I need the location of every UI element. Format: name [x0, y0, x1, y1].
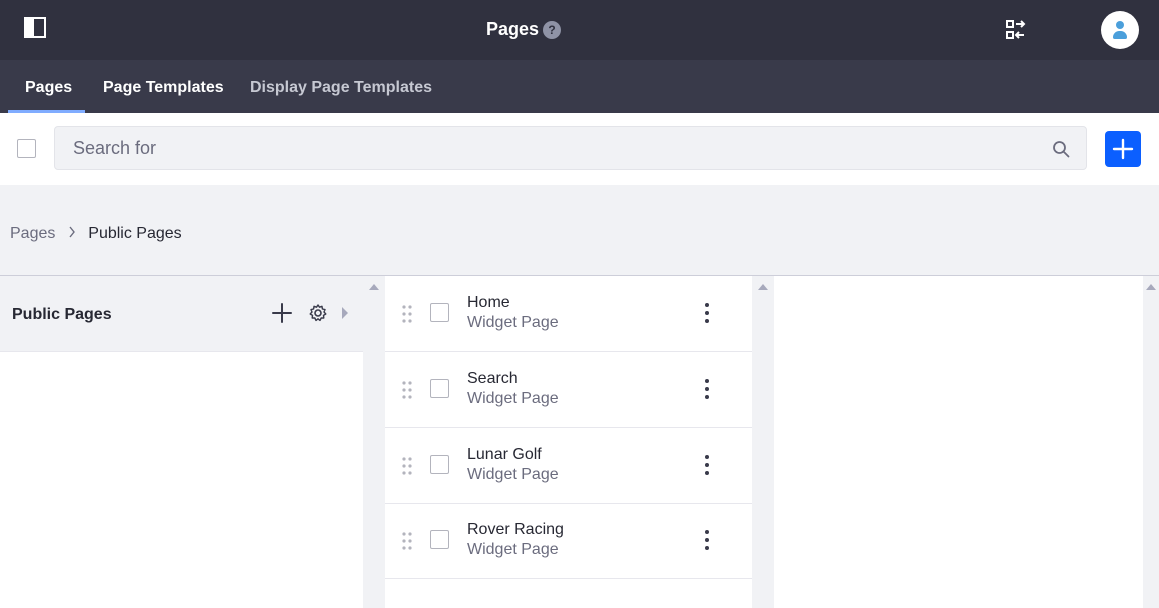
miller-column-1: Public Pages [0, 276, 363, 608]
tab-pages[interactable]: Pages [25, 79, 72, 97]
scroll-up-icon[interactable] [369, 284, 379, 290]
page-type: Widget Page [467, 466, 559, 483]
gear-icon[interactable] [308, 303, 328, 323]
drag-handle-icon[interactable] [402, 532, 412, 550]
chevron-right-icon [68, 225, 76, 243]
kebab-icon[interactable] [701, 379, 713, 399]
scroll-up-icon[interactable] [758, 284, 768, 290]
row-checkbox[interactable] [430, 455, 449, 474]
tabs-bar: Pages Page Templates Display Page Templa… [0, 60, 1159, 113]
kebab-icon[interactable] [701, 303, 713, 323]
page-title[interactable]: Search [467, 370, 518, 388]
kebab-icon[interactable] [701, 455, 713, 475]
page-type: Widget Page [467, 541, 559, 558]
miller-column-2: Home Widget Page Search Widget Page Luna… [385, 276, 752, 608]
column-title: Public Pages [12, 306, 112, 323]
tab-page-templates[interactable]: Page Templates [103, 79, 224, 97]
search-input[interactable] [55, 127, 1035, 169]
plus-icon [1112, 138, 1134, 160]
sidebar-toggle-icon[interactable] [24, 17, 46, 38]
breadcrumb: Pages Public Pages [10, 225, 182, 243]
scrollbar[interactable] [752, 276, 774, 608]
page-type: Widget Page [467, 314, 559, 331]
row-checkbox[interactable] [430, 530, 449, 549]
page-title[interactable]: Home [467, 294, 510, 312]
list-item[interactable]: Rover Racing Widget Page [385, 503, 752, 579]
search-icon[interactable] [1052, 140, 1070, 158]
page-title[interactable]: Rover Racing [467, 521, 564, 539]
management-bar [0, 113, 1159, 185]
select-all-checkbox[interactable] [17, 139, 36, 158]
list-item[interactable]: Home Widget Page [385, 276, 752, 352]
scrollbar[interactable] [363, 276, 385, 608]
list-item[interactable]: Lunar Golf Widget Page [385, 428, 752, 504]
simulation-icon[interactable] [1005, 19, 1027, 41]
column-header-public-pages[interactable]: Public Pages [0, 276, 363, 352]
kebab-icon[interactable] [701, 530, 713, 550]
miller-column-3 [774, 276, 1143, 608]
help-icon[interactable]: ? [543, 21, 561, 39]
page-type: Widget Page [467, 390, 559, 407]
user-avatar[interactable] [1101, 11, 1139, 49]
drag-handle-icon[interactable] [402, 457, 412, 475]
row-checkbox[interactable] [430, 303, 449, 322]
add-page-button[interactable] [1105, 131, 1141, 167]
row-checkbox[interactable] [430, 379, 449, 398]
drag-handle-icon[interactable] [402, 381, 412, 399]
list-item[interactable]: Search Widget Page [385, 352, 752, 428]
page-title: Pages [486, 19, 540, 39]
breadcrumb-item-public-pages: Public Pages [88, 225, 182, 242]
page-title[interactable]: Lunar Golf [467, 446, 542, 464]
drag-handle-icon[interactable] [402, 305, 412, 323]
tab-display-page-templates[interactable]: Display Page Templates [250, 79, 432, 97]
scrollbar[interactable] [1143, 276, 1159, 608]
search-box [54, 126, 1087, 170]
caret-right-icon[interactable] [342, 307, 348, 319]
user-icon [1116, 21, 1124, 29]
breadcrumb-item-pages[interactable]: Pages [10, 225, 55, 242]
plus-icon[interactable] [272, 303, 292, 323]
scroll-up-icon[interactable] [1146, 284, 1156, 290]
top-bar: Pages ? [0, 0, 1159, 60]
